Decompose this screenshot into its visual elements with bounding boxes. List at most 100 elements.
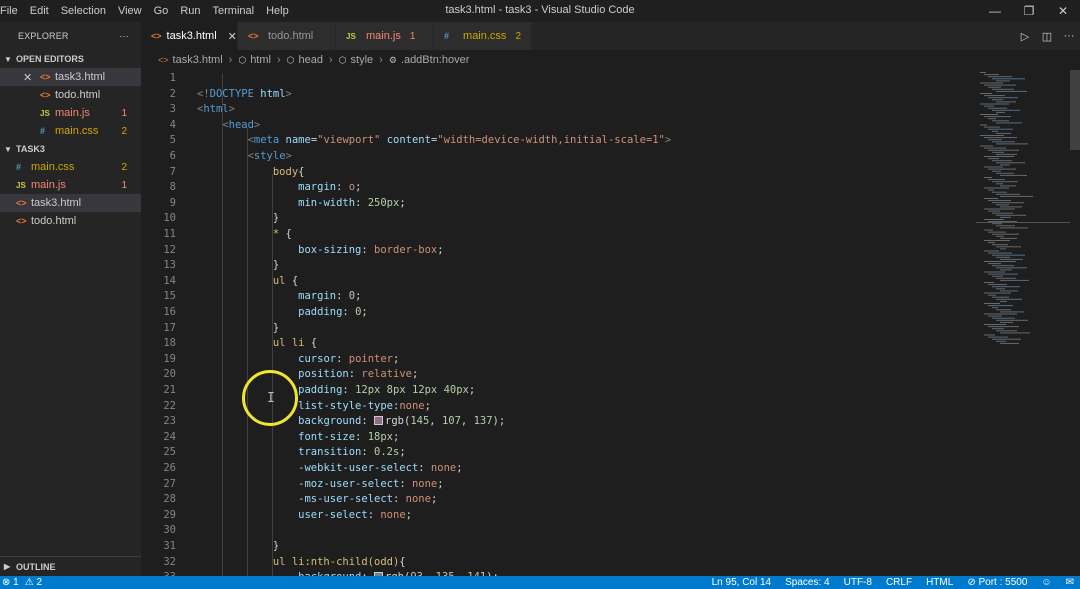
code-line: 25 transition: 0.2s; — [141, 444, 971, 460]
code-token: cursor — [298, 352, 337, 365]
menu-terminal[interactable]: Terminal — [207, 0, 261, 22]
menu-help[interactable]: Help — [260, 0, 295, 22]
live-server-port[interactable]: ⊘ Port : 5500 — [967, 577, 1027, 588]
file-item[interactable]: JS main.js 1 — [0, 104, 141, 122]
problems-status[interactable]: ⊗ 1 ⚠ 2 — [2, 577, 42, 588]
close-icon[interactable]: ✕ — [228, 30, 237, 43]
restore-icon[interactable]: ❐ — [1012, 0, 1046, 22]
line-number: 21 — [163, 384, 176, 396]
minimap[interactable] — [970, 70, 1070, 576]
breadcrumb-item[interactable]: html — [250, 54, 271, 66]
tab-todo-html[interactable]: <> todo.html — [238, 22, 336, 50]
minimap-line — [996, 193, 1020, 195]
more-actions-icon[interactable]: ··· — [119, 31, 129, 41]
end-of-line[interactable]: CRLF — [886, 577, 912, 588]
menu-view[interactable]: View — [112, 0, 148, 22]
minimap-line — [984, 240, 1010, 241]
scrollbar-thumb[interactable] — [1070, 70, 1080, 150]
code-token: DOCTYPE — [209, 87, 254, 100]
tab-main-css[interactable]: # main.css 2 — [434, 22, 532, 50]
code-token: body — [272, 165, 299, 178]
minimap-line — [984, 147, 1006, 149]
file-item[interactable]: ✕ <> task3.html — [0, 68, 141, 86]
minimap-line — [992, 160, 1012, 162]
close-icon[interactable]: ✕ — [23, 71, 32, 84]
file-item[interactable]: # main.css 2 — [0, 122, 141, 140]
minimize-icon[interactable]: — — [978, 0, 1012, 22]
minimap-line — [996, 277, 1016, 279]
file-item[interactable]: <> todo.html — [0, 86, 141, 104]
close-window-icon[interactable]: ✕ — [1046, 0, 1080, 22]
code-line: 27 -moz-user-select: none; — [141, 476, 971, 492]
file-item[interactable]: JS main.js 1 — [0, 176, 141, 194]
file-item[interactable]: # main.css 2 — [0, 158, 141, 176]
run-icon[interactable]: ▷ — [1014, 30, 1036, 43]
minimap-line — [988, 326, 1019, 328]
indentation[interactable]: Spaces: 4 — [785, 577, 829, 588]
minimap-line — [1000, 195, 1033, 197]
problem-count: 2 — [121, 125, 127, 137]
cursor-position[interactable]: Ln 95, Col 14 — [712, 577, 772, 588]
line-number: 11 — [163, 228, 176, 240]
minimap-line — [984, 282, 994, 283]
line-number: 22 — [163, 399, 176, 412]
tab-main-js[interactable]: JS main.js 1 — [336, 22, 434, 50]
line-number: 15 — [163, 290, 176, 303]
menu-run[interactable]: Run — [174, 0, 206, 22]
code-token: -ms-user-select — [298, 493, 393, 506]
breadcrumb-item[interactable]: .addBtn:hover — [401, 54, 470, 66]
split-editor-icon[interactable]: ◫ — [1036, 30, 1058, 43]
breadcrumb: <> task3.html › ⬡ html › ⬡ head › ⬡ style › ⚙ .addBtn… — [141, 50, 1080, 70]
file-tree: # main.css 2 JS main.js 1 <> task3.html <> todo.h… — [0, 158, 141, 230]
breadcrumb-item[interactable]: task3.html — [173, 54, 223, 66]
minimap-line — [992, 317, 1015, 319]
minimap-line — [996, 172, 1014, 174]
file-name: main.css — [55, 125, 99, 137]
minimap-line — [1000, 342, 1019, 344]
code-text: } — [197, 320, 279, 336]
file-item[interactable]: <> task3.html — [0, 194, 141, 212]
js-file-icon: JS — [16, 180, 26, 190]
color-swatch[interactable] — [374, 416, 384, 426]
code-editor[interactable]: 1 2 <!DOCTYPE html> 3 <html> 4 <head> 5 <meta … — [141, 70, 1080, 576]
chevron-right-icon: › — [328, 54, 333, 66]
more-actions-icon[interactable]: ··· — [1058, 30, 1080, 42]
menu-edit[interactable]: Edit — [24, 0, 55, 22]
minimap-line — [984, 105, 994, 107]
menu-selection[interactable]: Selection — [55, 0, 112, 22]
code-line: 29 user-select: none; — [141, 507, 971, 523]
code-token: > — [285, 87, 292, 100]
feedback-icon[interactable]: ☺ — [1041, 577, 1051, 588]
tab-task3-html[interactable]: <> task3.html ✕ — [141, 22, 238, 50]
code-token: : — [399, 477, 412, 490]
editor-tab-bar: <> task3.html ✕ <> todo.html JS main.js 1 # main.… — [141, 22, 1080, 50]
minimap-line — [1000, 174, 1027, 176]
open-editors-section[interactable]: ▼ OPEN EDITORS — [0, 50, 141, 68]
code-token: : — [342, 306, 356, 318]
breadcrumb-item[interactable]: head — [299, 54, 323, 66]
minimap-line — [1000, 311, 1024, 313]
code-token: ul li:nth-child(odd) — [272, 555, 400, 568]
minimap-line — [992, 212, 1013, 214]
minimap-line — [1000, 206, 1022, 208]
minimap-line — [988, 315, 1002, 317]
encoding[interactable]: UTF-8 — [844, 577, 872, 588]
code-token: margin — [298, 181, 337, 194]
breadcrumb-item[interactable]: style — [351, 54, 374, 66]
menu-file[interactable]: File — [0, 0, 24, 22]
minimap-line — [992, 307, 998, 309]
file-item[interactable]: <> todo.html — [0, 212, 141, 230]
code-token: background — [298, 415, 362, 428]
outline-section[interactable]: ▶ OUTLINE — [0, 556, 141, 576]
language-mode[interactable]: HTML — [926, 577, 953, 588]
folder-section[interactable]: ▼ TASK3 — [0, 140, 141, 158]
code-token: > — [664, 134, 672, 147]
minimap-line — [992, 286, 1020, 288]
notifications-icon[interactable]: ✉ — [1066, 577, 1074, 588]
code-token: ul li — [272, 337, 305, 350]
menu-go[interactable]: Go — [148, 0, 175, 22]
code-token: : — [367, 508, 381, 521]
code-token: { — [399, 555, 406, 568]
